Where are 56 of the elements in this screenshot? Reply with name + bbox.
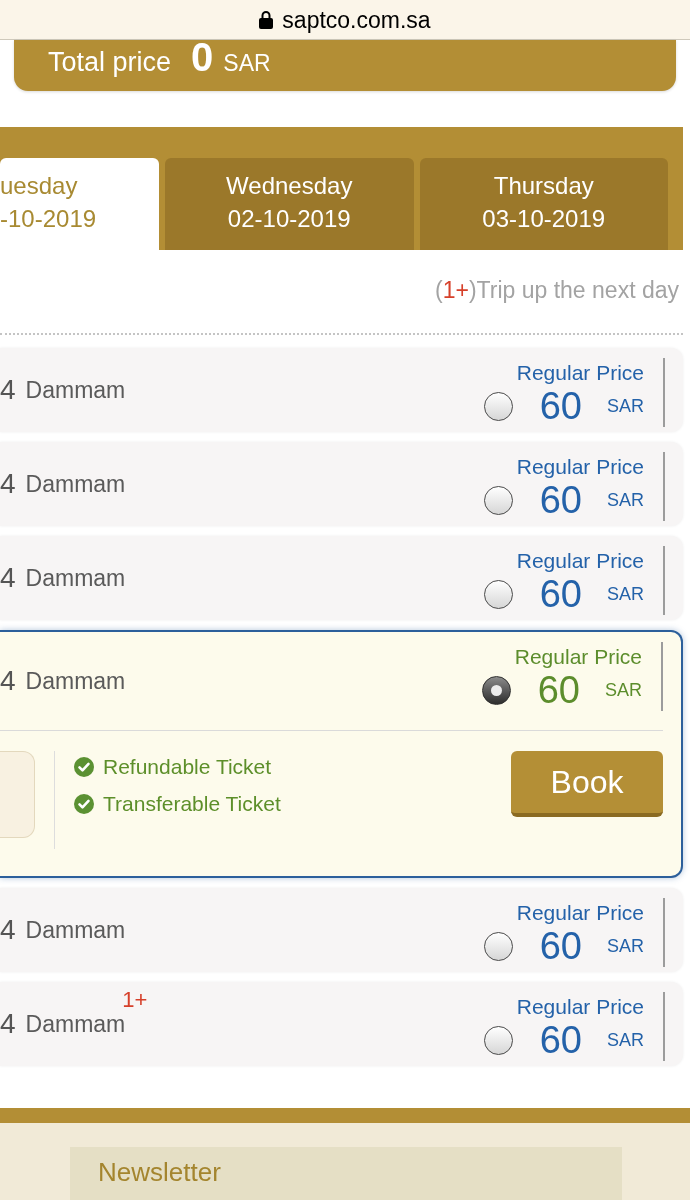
time-fragment: 4: [0, 562, 16, 594]
next-day-label: 1+: [122, 988, 148, 1012]
trip-card[interactable]: 4 Dammam Regular Price 60 SAR: [0, 888, 683, 972]
feature-text: Refundable Ticket: [103, 755, 272, 779]
price-value: 60: [539, 574, 582, 614]
currency-text: SAR: [607, 935, 644, 957]
trip-card[interactable]: 4 Dammam Regular Price 60 SAR: [0, 536, 683, 620]
total-price-value: 0: [191, 40, 214, 74]
price-value: 60: [539, 1020, 582, 1060]
destination-text: Dammam: [25, 1010, 126, 1038]
radio-button[interactable]: [483, 391, 513, 421]
time-fragment: 4: [0, 1008, 16, 1040]
destination-text: Dammam: [25, 667, 126, 695]
url-text[interactable]: saptco.com.sa: [282, 5, 431, 34]
check-circle-icon: [74, 757, 94, 777]
time-fragment: 4: [0, 468, 16, 500]
destination-text: Dammam: [25, 916, 126, 944]
time-fragment: 4: [0, 665, 16, 697]
newsletter-heading: Newsletter: [98, 1157, 221, 1187]
destination-text: Dammam: [25, 564, 126, 592]
price-label: Regular Price: [516, 900, 644, 926]
trip-card[interactable]: 4 Dammam Regular Price 60 SAR: [0, 348, 683, 432]
time-fragment: 4: [0, 914, 16, 946]
radio-button[interactable]: [483, 579, 513, 609]
price-label: Regular Price: [516, 454, 644, 480]
total-price-label: Total price: [48, 47, 172, 77]
time-fragment: 4: [0, 374, 16, 406]
trip-card[interactable]: 4 Dammam 1+ Regular Price 60 SAR: [0, 982, 683, 1066]
radio-button[interactable]: [483, 931, 513, 961]
price-value: 60: [539, 386, 582, 426]
price-value: 60: [539, 926, 582, 966]
price-label: Regular Price: [516, 360, 644, 386]
price-value: 60: [539, 480, 582, 520]
trip-card[interactable]: 4 Dammam Regular Price 60 SAR Refundable Ticket Transferable Ticket Book: [0, 630, 683, 878]
date-tab[interactable]: Thursday 03-10-2019: [419, 158, 668, 250]
feature-text: Transferable Ticket: [103, 792, 281, 816]
price-label: Regular Price: [516, 994, 644, 1020]
currency-text: SAR: [607, 1029, 644, 1051]
currency-text: SAR: [605, 679, 642, 701]
radio-button[interactable]: [483, 1025, 513, 1055]
radio-button[interactable]: [483, 485, 513, 515]
total-currency-text: SAR: [223, 49, 271, 77]
currency-text: SAR: [607, 583, 644, 605]
destination-text: Dammam: [25, 376, 126, 404]
price-label: Regular Price: [516, 548, 644, 574]
currency-text: SAR: [607, 489, 644, 511]
date-tab[interactable]: Wednesday 02-10-2019: [165, 158, 414, 250]
check-circle-icon: [74, 794, 94, 814]
radio-button[interactable]: [481, 675, 511, 705]
currency-text: SAR: [607, 395, 644, 417]
trip-card[interactable]: 4 Dammam Regular Price 60 SAR: [0, 442, 683, 526]
price-label: Regular Price: [514, 644, 642, 670]
price-value: 60: [537, 670, 580, 710]
lock-icon: [259, 10, 274, 29]
next-day-note: (1+)Trip up the next day: [435, 276, 679, 305]
destination-text: Dammam: [25, 470, 126, 498]
